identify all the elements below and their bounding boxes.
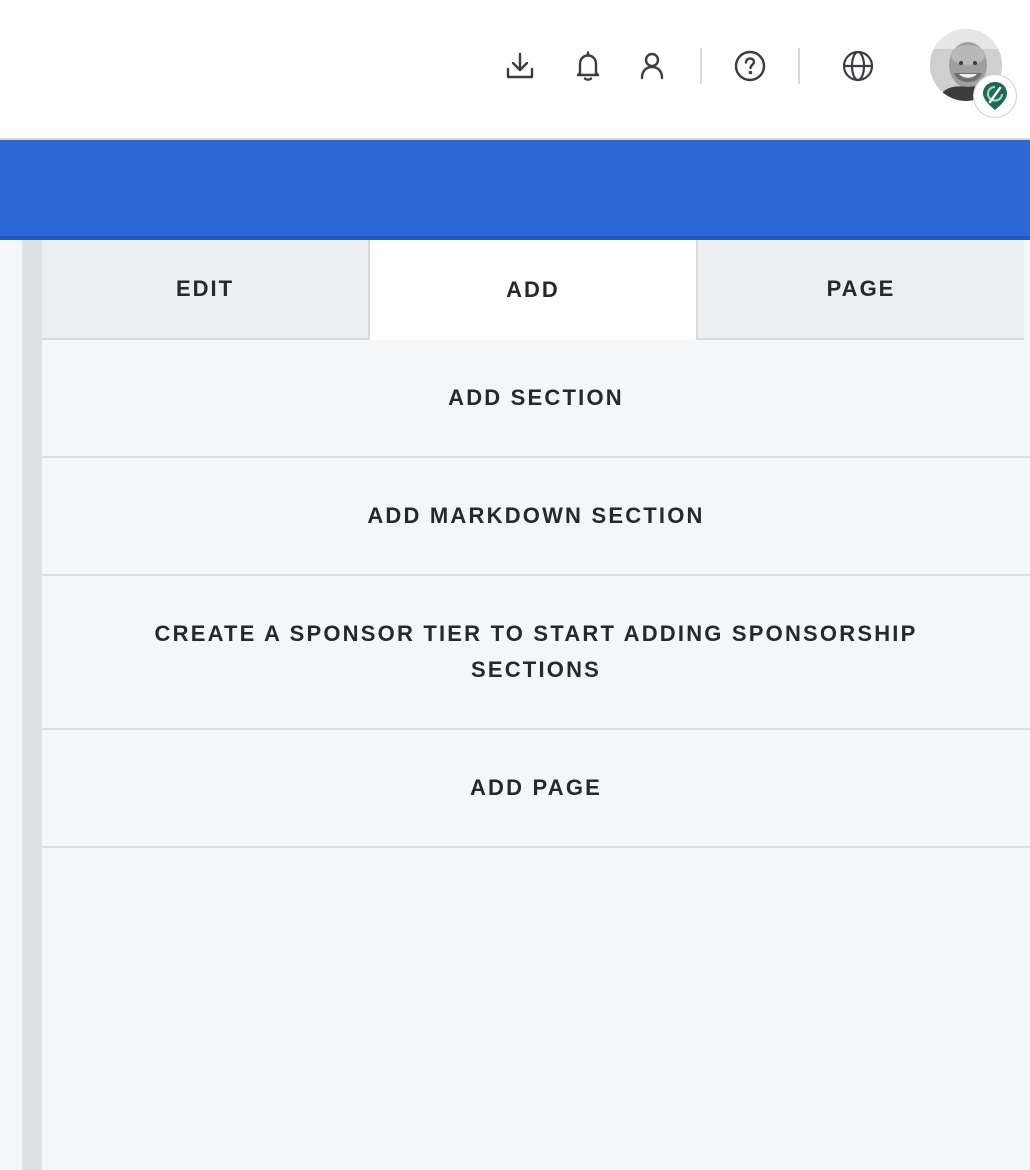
user-avatar-button[interactable] bbox=[930, 29, 1018, 119]
add-page-button[interactable]: ADD PAGE bbox=[42, 730, 1030, 848]
create-sponsor-tier-button[interactable]: CREATE A SPONSOR TIER TO START ADDING SP… bbox=[42, 576, 1030, 730]
user-icon[interactable] bbox=[630, 44, 674, 88]
header-divider bbox=[798, 48, 800, 84]
brand-banner bbox=[0, 140, 1030, 240]
map-pin-icon bbox=[983, 82, 1007, 110]
tab-page[interactable]: PAGE bbox=[698, 240, 1024, 340]
download-icon[interactable] bbox=[498, 44, 542, 88]
add-menu: ADD SECTION ADD MARKDOWN SECTION CREATE … bbox=[42, 340, 1030, 848]
add-section-button[interactable]: ADD SECTION bbox=[42, 340, 1030, 458]
left-rail bbox=[22, 240, 42, 1170]
tab-add[interactable]: ADD bbox=[368, 240, 698, 340]
globe-icon[interactable] bbox=[836, 44, 880, 88]
help-icon[interactable] bbox=[728, 44, 772, 88]
bell-icon[interactable] bbox=[566, 44, 610, 88]
tab-edit[interactable]: EDIT bbox=[42, 240, 368, 340]
add-markdown-section-button[interactable]: ADD MARKDOWN SECTION bbox=[42, 458, 1030, 576]
map-pin-badge bbox=[974, 75, 1016, 117]
top-header bbox=[0, 0, 1030, 140]
header-divider bbox=[700, 48, 702, 84]
editor-tabs: EDIT ADD PAGE bbox=[42, 240, 1024, 340]
